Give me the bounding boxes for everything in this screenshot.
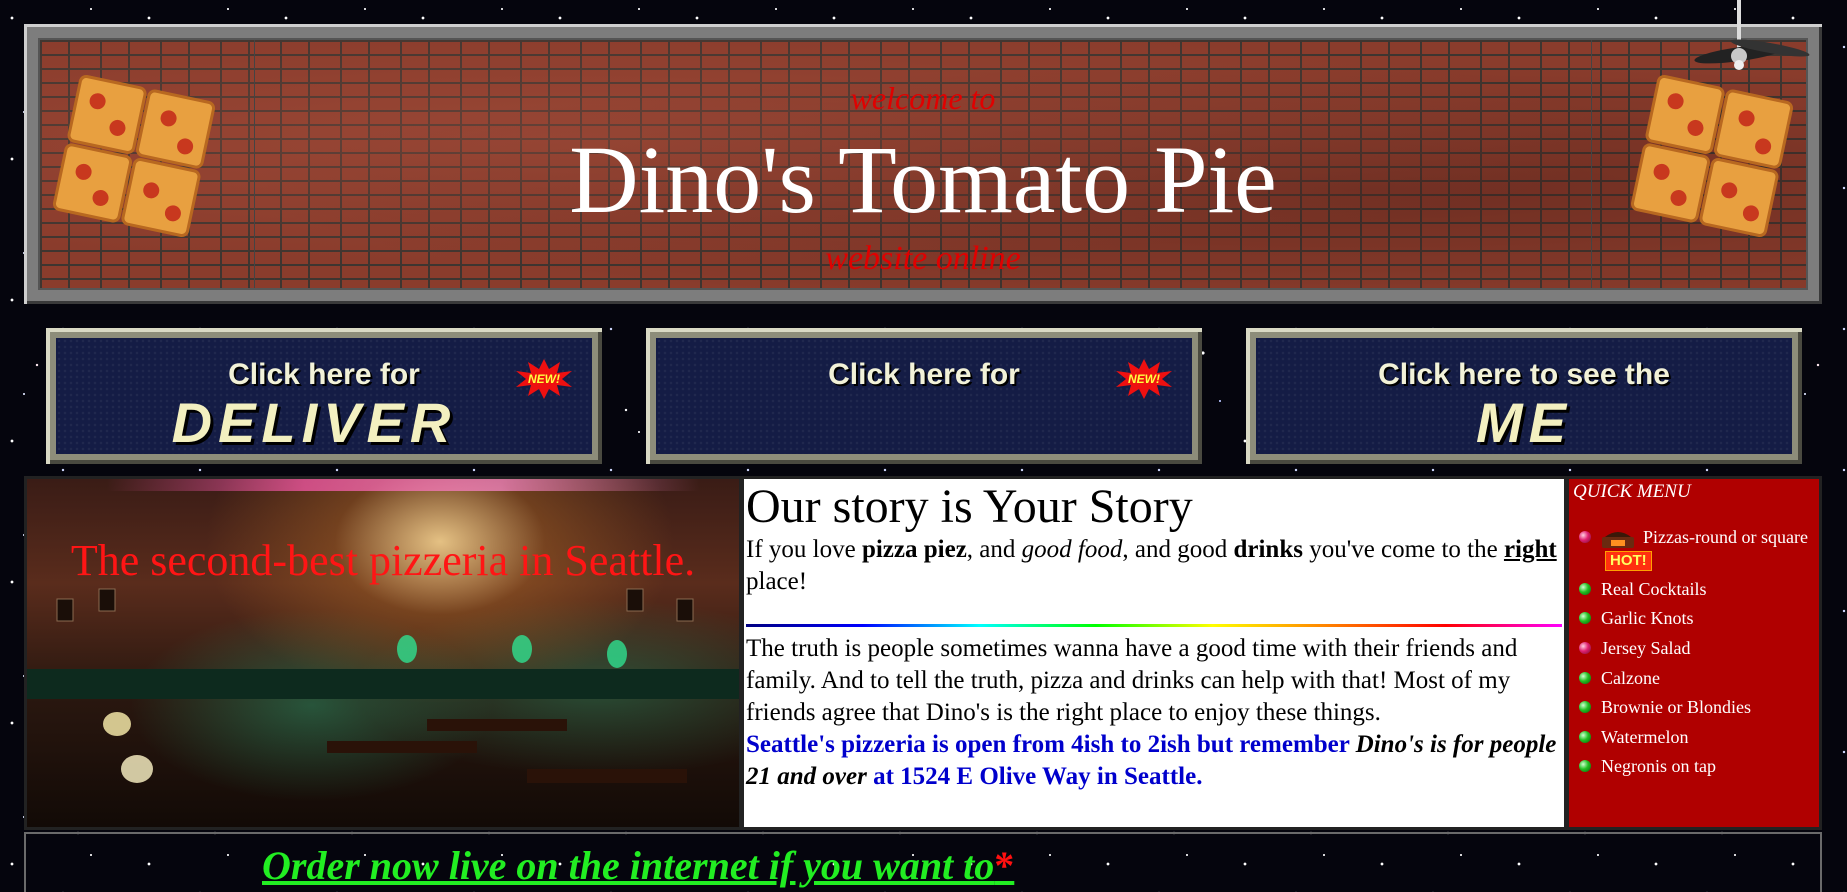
nav-button-caption: Click here for <box>228 358 420 391</box>
menu-nav-button[interactable]: Click here to see the ME <box>1246 328 1802 464</box>
quick-menu-item-pizzas[interactable]: Pizzas-round or squareHOT! <box>1573 527 1815 571</box>
quick-menu-item-garlic-knots[interactable]: Garlic Knots <box>1573 608 1815 630</box>
story-panel: Our story is Your Story If you love pizz… <box>744 479 1564 827</box>
pizza-oven-icon <box>1602 531 1634 548</box>
hours-notice: Seattle's pizzeria is open from 4ish to … <box>746 730 1557 790</box>
quick-menu-item-jersey-salad[interactable]: Jersey Salad <box>1573 638 1815 660</box>
main-content-table: The second-best pizzeria in Seattle. Our… <box>24 476 1822 830</box>
dining-room-illustration <box>27 588 739 783</box>
order-now-section: Order now live on the internet if you wa… <box>24 832 1822 892</box>
specials-nav-button[interactable]: Click here for NEW! <box>646 328 1202 464</box>
svg-text:NEW!: NEW! <box>528 372 560 386</box>
rainbow-divider <box>746 623 1562 627</box>
story-intro: If you love pizza piez, and good food, a… <box>746 535 1557 595</box>
header-banner: welcome to Dino's Tomato Pie website onl… <box>24 24 1822 304</box>
new-starburst-icon: NEW! <box>516 359 572 399</box>
svg-text:NEW!: NEW! <box>1128 372 1160 386</box>
bullet-icon <box>1579 760 1591 773</box>
bullet-icon <box>1579 641 1591 654</box>
pizzeria-interior-photo: The second-best pizzeria in Seattle. <box>27 479 739 827</box>
bullet-icon <box>1579 671 1591 684</box>
quick-menu-item-brownie[interactable]: Brownie or Blondies <box>1573 697 1815 719</box>
quick-menu-item-calzone[interactable]: Calzone <box>1573 668 1815 690</box>
website-online-text: website online <box>825 240 1021 277</box>
bullet-icon <box>1579 612 1591 625</box>
quick-menu-title: QUICK MENU <box>1573 481 1691 502</box>
quick-menu-item-watermelon[interactable]: Watermelon <box>1573 727 1815 749</box>
bullet-icon <box>1579 531 1591 543</box>
quick-menu-item-negronis[interactable]: Negronis on tap <box>1573 756 1815 778</box>
nav-button-caption: Click here to see the <box>1378 358 1670 391</box>
quick-menu-panel: QUICK MENU Pizzas-round or squareHOT! Re… <box>1569 479 1819 827</box>
story-heading: Our story is Your Story <box>746 480 1193 533</box>
pizzeria-tagline: The second-best pizzeria in Seattle. <box>70 536 696 585</box>
order-now-link[interactable]: Order now live on the internet if you wa… <box>262 842 1014 889</box>
story-body: The truth is people sometimes wanna have… <box>746 634 1518 726</box>
welcome-text: welcome to <box>850 80 996 116</box>
bullet-icon <box>1579 701 1591 714</box>
brick-wall-background: welcome to Dino's Tomato Pie website onl… <box>38 38 1808 290</box>
nav-button-headline: DELIVER <box>171 391 457 454</box>
new-starburst-icon: NEW! <box>1116 359 1172 399</box>
nav-button-headline: ME <box>1476 391 1572 454</box>
asterisk-mark: * <box>994 843 1015 888</box>
site-title: Dino's Tomato Pie <box>569 126 1277 233</box>
bullet-icon <box>1579 730 1591 743</box>
nav-button-caption: Click here for <box>828 358 1020 391</box>
bullet-icon <box>1579 582 1591 595</box>
hot-badge-icon: HOT! <box>1605 550 1652 571</box>
delivery-nav-button[interactable]: Click here for DELIVER NEW! <box>46 328 602 464</box>
quick-menu-list: Pizzas-round or squareHOT! Real Cocktail… <box>1573 527 1815 778</box>
quick-menu-item-cocktails[interactable]: Real Cocktails <box>1573 579 1815 601</box>
ceiling-fan-icon <box>1694 39 1810 70</box>
